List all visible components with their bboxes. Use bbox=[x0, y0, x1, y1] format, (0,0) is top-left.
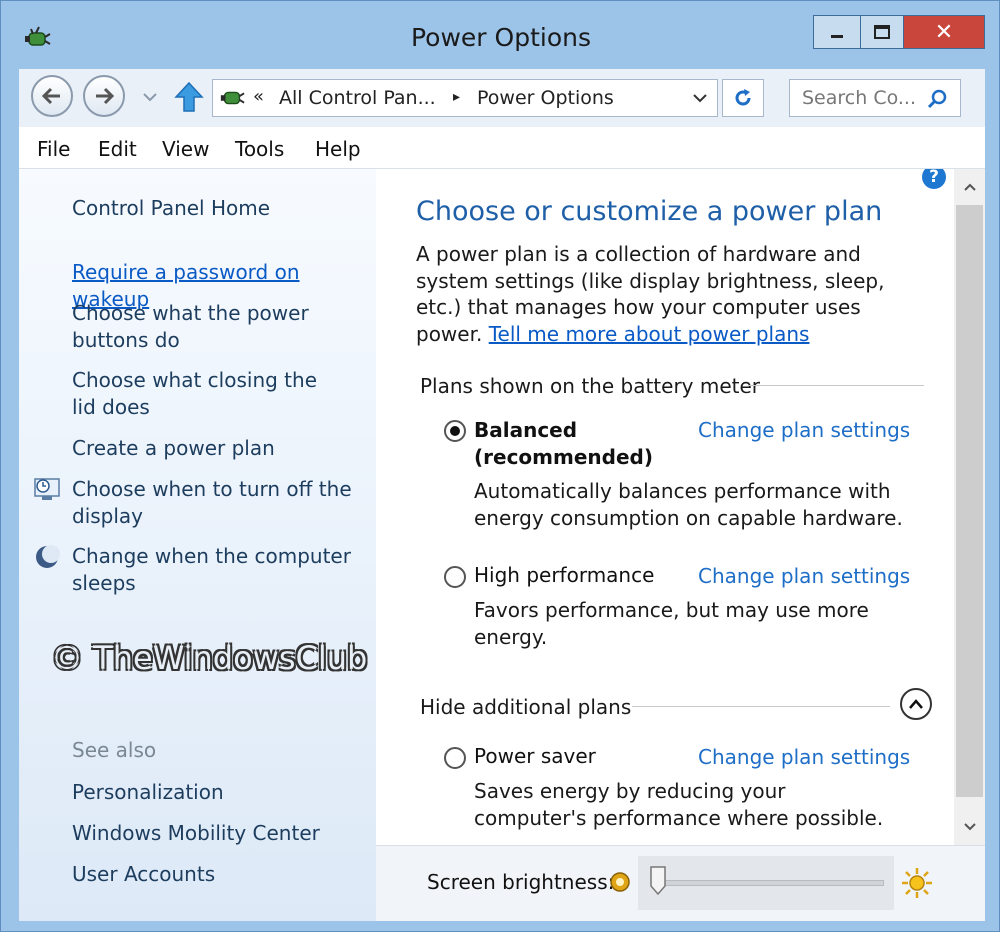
watermark: © TheWindowsClub bbox=[51, 639, 368, 677]
hide-plans-section-label[interactable]: Hide additional plans bbox=[420, 695, 631, 719]
tell-me-more-link[interactable]: Tell me more about power plans bbox=[489, 322, 810, 346]
scroll-up-button[interactable] bbox=[954, 175, 985, 199]
recent-pages-button[interactable] bbox=[140, 87, 160, 107]
plan-desc-power-saver: Saves energy by reducing your computer's… bbox=[474, 779, 884, 830]
back-button[interactable] bbox=[31, 75, 73, 117]
forward-button[interactable] bbox=[83, 75, 125, 117]
radio-high-performance[interactable] bbox=[444, 566, 466, 588]
close-icon: ✕ bbox=[934, 19, 954, 45]
change-plan-settings-balanced[interactable]: Change plan settings bbox=[698, 418, 910, 442]
menu-file[interactable]: File bbox=[37, 137, 70, 161]
section-divider bbox=[632, 706, 890, 707]
sidebar-computer-sleeps[interactable]: Change when the computer sleeps bbox=[72, 543, 352, 597]
vertical-scrollbar[interactable] bbox=[954, 169, 985, 845]
title-bar: Power Options ✕ bbox=[1, 1, 1000, 69]
plan-name-high-performance[interactable]: High performance bbox=[474, 562, 654, 589]
back-arrow-icon bbox=[41, 87, 60, 105]
see-also-heading: See also bbox=[72, 738, 157, 762]
sidebar-control-panel-home[interactable]: Control Panel Home bbox=[72, 195, 372, 222]
forward-arrow-icon bbox=[96, 87, 115, 105]
dropdown-chevron-icon[interactable] bbox=[691, 89, 709, 107]
sidebar-turn-off-display[interactable]: Choose when to turn off the display bbox=[72, 476, 352, 530]
scroll-down-button[interactable] bbox=[954, 815, 985, 839]
maximize-button[interactable] bbox=[860, 15, 904, 49]
power-options-window: Power Options ✕ « All Control Pan... ▸ P… bbox=[0, 0, 1000, 932]
refresh-icon bbox=[735, 89, 751, 106]
breadcrumb-overflow-chevron[interactable]: « bbox=[253, 86, 264, 107]
intro-paragraph: A power plan is a collection of hardware… bbox=[416, 241, 926, 347]
menu-view[interactable]: View bbox=[162, 137, 209, 161]
control-panel-icon bbox=[220, 91, 245, 105]
slider-thumb[interactable] bbox=[650, 866, 666, 896]
plan-name-balanced[interactable]: Balanced (recommended) bbox=[474, 417, 664, 471]
up-button[interactable] bbox=[174, 81, 204, 113]
breadcrumb-all-control-panel[interactable]: All Control Pan... bbox=[279, 87, 436, 109]
plan-desc-high-performance: Favors performance, but may use more ene… bbox=[474, 598, 869, 649]
collapse-chevron-icon bbox=[909, 699, 923, 709]
menu-help[interactable]: Help bbox=[315, 137, 361, 161]
task-pane: Control Panel Home Require a password on… bbox=[19, 169, 376, 921]
radio-balanced[interactable] bbox=[444, 420, 466, 442]
address-bar[interactable]: « All Control Pan... ▸ Power Options bbox=[212, 79, 718, 117]
menu-tools[interactable]: Tools bbox=[235, 137, 284, 161]
menu-bar: File Edit View Tools Help bbox=[19, 127, 985, 169]
slider-track bbox=[658, 880, 884, 886]
menu-edit[interactable]: Edit bbox=[98, 137, 137, 161]
sidebar-power-buttons[interactable]: Choose what the power buttons do bbox=[72, 300, 312, 354]
refresh-button[interactable] bbox=[722, 79, 764, 117]
brightness-bar: Screen brightness: bbox=[376, 845, 985, 921]
change-plan-settings-high-performance[interactable]: Change plan settings bbox=[698, 564, 910, 588]
bright-sun-icon bbox=[902, 868, 932, 898]
brightness-slider[interactable] bbox=[638, 856, 894, 910]
plan-name-power-saver[interactable]: Power saver bbox=[474, 743, 596, 770]
plan-desc-balanced: Automatically balances performance with … bbox=[474, 479, 903, 530]
search-icon[interactable] bbox=[926, 88, 948, 110]
clock-monitor-icon bbox=[34, 478, 60, 500]
scroll-up-arrow-icon bbox=[963, 183, 976, 191]
navigation-bar: « All Control Pan... ▸ Power Options Sea… bbox=[19, 69, 985, 127]
main-content: ? Choose or customize a power plan A pow… bbox=[376, 169, 954, 845]
breadcrumb-separator[interactable]: ▸ bbox=[453, 89, 460, 105]
section-divider bbox=[748, 385, 924, 386]
scroll-down-arrow-icon bbox=[963, 823, 976, 831]
sidebar-mobility-center[interactable]: Windows Mobility Center bbox=[72, 820, 372, 847]
help-icon[interactable]: ? bbox=[922, 169, 946, 189]
radio-power-saver[interactable] bbox=[444, 747, 466, 769]
battery-meter-section-label: Plans shown on the battery meter bbox=[420, 374, 761, 398]
collapse-plans-button[interactable] bbox=[900, 688, 932, 720]
sidebar-personalization[interactable]: Personalization bbox=[72, 779, 372, 806]
minimize-icon bbox=[831, 35, 843, 38]
moon-icon bbox=[36, 545, 60, 568]
close-button[interactable]: ✕ bbox=[903, 15, 985, 49]
minimize-button[interactable] bbox=[813, 15, 861, 49]
up-arrow-icon bbox=[174, 81, 204, 112]
recent-pages-chevron-icon bbox=[143, 93, 157, 102]
sidebar-user-accounts[interactable]: User Accounts bbox=[72, 861, 372, 888]
search-input[interactable]: Search Co... bbox=[789, 79, 961, 117]
search-placeholder: Search Co... bbox=[802, 87, 916, 109]
change-plan-settings-power-saver[interactable]: Change plan settings bbox=[698, 745, 910, 769]
page-title: Choose or customize a power plan bbox=[416, 196, 883, 227]
screen-brightness-label: Screen brightness: bbox=[427, 870, 615, 894]
breadcrumb-power-options[interactable]: Power Options bbox=[477, 87, 614, 109]
sidebar-closing-lid[interactable]: Choose what closing the lid does bbox=[72, 367, 342, 421]
maximize-icon bbox=[874, 25, 890, 39]
scroll-thumb[interactable] bbox=[956, 205, 983, 797]
sidebar-create-plan[interactable]: Create a power plan bbox=[72, 435, 372, 462]
dim-brightness-icon bbox=[610, 872, 630, 892]
